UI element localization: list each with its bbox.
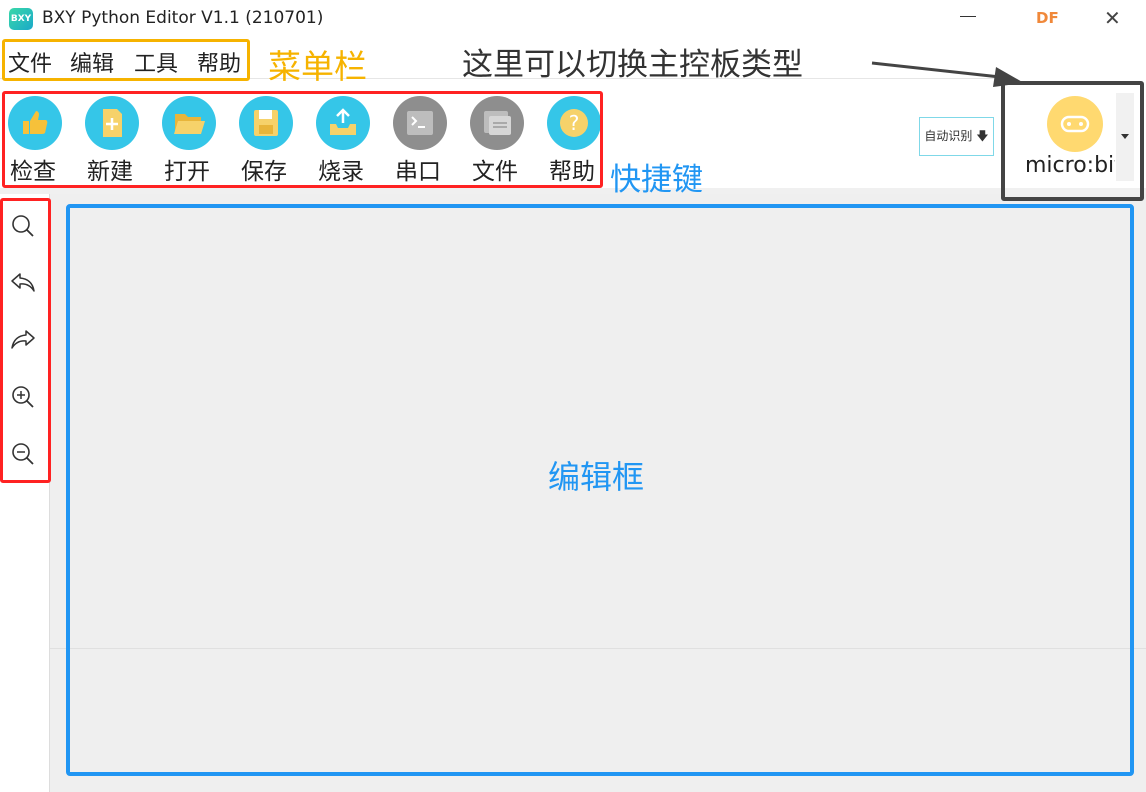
board-annotation-box (1001, 81, 1144, 201)
brand-logo: DF (1036, 9, 1059, 27)
annotation-arrow (871, 61, 1024, 87)
menu-bar-annotation: 菜单栏 (268, 47, 367, 86)
auto-detect-button[interactable]: 自动识别 🡇 (919, 117, 994, 156)
auto-detect-label: 自动识别 (924, 129, 973, 143)
window-title: BXY Python Editor V1.1 (210701) (42, 8, 324, 28)
minimize-button[interactable] (960, 16, 976, 17)
side-toolbar-annotation-box (0, 198, 51, 483)
app-logo: BXY (9, 8, 33, 30)
title-bar: BXY BXY Python Editor V1.1 (210701) DF ✕ (0, 0, 1146, 38)
arrow-down-icon: 🡇 (976, 129, 989, 143)
board-switch-annotation: 这里可以切换主控板类型 (462, 47, 803, 83)
toolbar-annotation-box (2, 91, 603, 188)
toolbar-annotation: 快捷键 (610, 162, 703, 198)
editor-annotation: 编辑框 (548, 458, 645, 496)
close-button[interactable]: ✕ (1104, 8, 1121, 28)
menu-annotation-box (2, 39, 250, 81)
